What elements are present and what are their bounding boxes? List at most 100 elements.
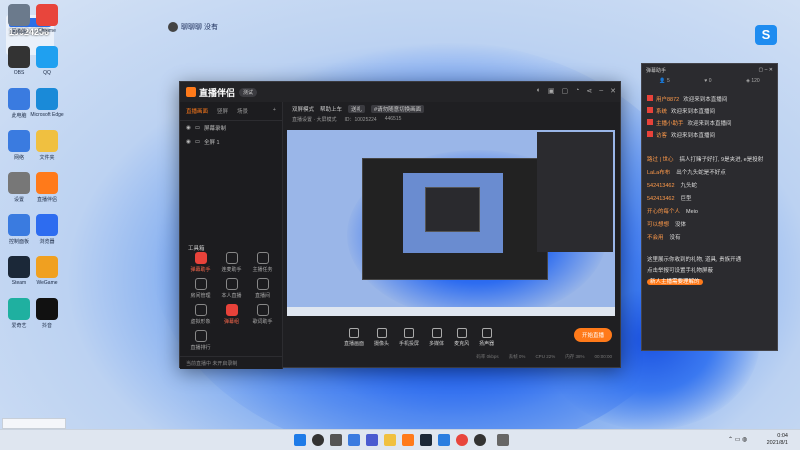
scene-tabs: 直播画面 竖屏 场景 + [180,102,282,121]
tab-live-view[interactable]: 直播画面 [186,107,208,115]
chat-message: 可以想想 没体 [642,219,777,232]
tool-label: 房间管理 [190,293,211,299]
room-tag[interactable]: 送礼 [348,105,366,113]
tab-portrait[interactable]: 竖屏 [217,107,228,115]
tool-item[interactable]: 弹幕组 [216,304,247,325]
explorer-icon[interactable] [384,434,396,446]
count-row: 👤 5 ♥ 0 ◈ 120 [642,76,777,86]
source-button[interactable]: 直播画面 [344,327,364,347]
toolbox-header: 工具箱 [188,246,205,252]
widgets-icon[interactable] [348,434,360,446]
gift-icon [647,119,653,125]
stat-item: 内存 38% [565,354,585,359]
chat-message: 542413462 巨型 [642,193,777,206]
skin-icon[interactable]: ◐ [537,87,541,95]
tool-item[interactable]: 本人直播 [216,278,247,299]
desktop-icon[interactable]: 直播伴侣 [28,172,66,212]
desktop-icon-label: 抖音 [41,323,52,329]
tool-label: 弹幕组 [223,319,239,325]
taskview-icon[interactable] [330,434,342,446]
panel-controls: ▢ – ✕ [758,67,773,73]
tool-icon [225,304,238,316]
gift-icon [647,107,653,113]
steam-icon[interactable] [420,434,432,446]
toast[interactable] [2,418,66,429]
tab-scene[interactable]: 场景 [237,107,248,115]
source-item[interactable]: ◉ ▭ 屏幕录制 [180,121,282,135]
source-icon [431,327,442,338]
desktop-icon[interactable]: Chrome [28,4,66,44]
monitor-icon: ▭ [194,125,201,131]
live-preview[interactable] [287,130,615,316]
system-tray[interactable]: ⌃ ▭ ◍ [728,436,747,443]
app-icon [8,214,30,236]
bell-icon[interactable]: ◔ [575,87,579,95]
source-button[interactable]: 摄像头 [374,327,390,347]
desktop-user-label: 聊聊聊 没有 [168,22,218,32]
desktop-icon-label: 文件夹 [39,155,55,161]
minimize-icon[interactable]: – [599,87,603,95]
like-icon: ♥ 0 [704,78,712,84]
danmaku-panel[interactable]: 弹幕助手 ▢ – ✕ 👤 5 ♥ 0 ◈ 120 用户8872 欢迎来到本直播间系… [641,63,778,351]
source-button[interactable]: 扬声器 [479,327,494,347]
app-icon [36,298,58,320]
source-label: 摄像头 [374,340,390,347]
help-link[interactable]: 帮助上车 [320,105,342,113]
desktop-icon[interactable]: 浏览器 [28,214,66,254]
desktop-icon[interactable]: QQ [28,46,66,86]
tool-icon [194,330,207,342]
gift-notice: 这里展示你收到的礼物, 道具, 贵族开通 [647,257,742,263]
tool-item[interactable]: 房间管理 [185,278,216,299]
tool-item[interactable]: 歌词助手 [247,304,278,325]
floating-s-icon[interactable]: S [755,25,777,45]
tool-icon [256,252,269,264]
app-icon [36,46,58,68]
chat-user: 542413462 [647,196,675,202]
chat-text: 没有 [669,235,681,241]
tool-item[interactable]: 直播排行 [185,330,216,351]
tool-item[interactable]: 连麦助手 [216,252,247,273]
source-button[interactable]: 手机投屏 [399,327,419,347]
tool-icon [225,278,238,290]
chat-user: LaLa布布 [647,170,671,176]
tool-item[interactable]: 主播任务 [247,252,278,273]
tool-item[interactable]: 直播间 [247,278,278,299]
chat-icon[interactable] [366,434,378,446]
start-icon[interactable] [294,434,306,446]
version-pill[interactable]: 测试 [239,87,258,97]
desktop-icon[interactable]: WeGame [28,256,66,296]
gift-icon[interactable]: ▣ [548,87,555,95]
nested-inner [425,187,480,232]
tray-icon[interactable] [497,434,509,446]
app-logo: 直播伴侣 [186,86,235,99]
source-icon [456,327,467,338]
tool-item[interactable]: 虚拟形象 [185,304,216,325]
desktop-icon[interactable]: Microsoft Edge [28,88,66,128]
live-settings[interactable]: 直播设置 · 大屏模式 [292,116,336,123]
eye-icon[interactable]: ◉ [186,125,191,131]
desktop-icon[interactable]: 文件夹 [28,130,66,170]
live-companion-icon[interactable] [402,434,414,446]
search-icon[interactable] [312,434,324,446]
tool-item[interactable]: 弹幕助手 [185,252,216,273]
eye-icon[interactable]: ◉ [186,139,191,145]
chat-text: 搞人打赌子好打, 9是夹进, e是投射 [679,157,764,163]
source-item[interactable]: ◉ ▭ 全屏 1 [180,135,282,149]
mode-label[interactable]: 双屏模式 [292,105,314,113]
start-live-button[interactable]: 开始直播 [573,328,612,342]
source-icon [404,327,415,338]
window-titlebar[interactable]: 直播伴侣 测试 ◐ ▣ ▢ ◔ ⋖ – ✕ [180,82,620,102]
desktop-icon[interactable]: 抖音 [28,298,66,338]
message-list: 路过 | 世心 搞人打赌子好打, 9是夹进, e是投射 LaLa布布 出个九头蛇是不好… [642,154,777,245]
close-icon[interactable]: ✕ [610,87,616,95]
lock-icon[interactable]: ▢ [561,87,568,95]
source-button[interactable]: 麦克风 [454,327,469,347]
add-icon[interactable]: + [273,107,276,115]
share-icon[interactable]: ⋖ [586,87,592,95]
obs-icon[interactable] [474,434,486,446]
app-icon[interactable] [438,434,450,446]
clock[interactable]: 0:04 2021/8/1 [767,433,788,447]
chrome-icon[interactable] [456,434,468,446]
live-companion-window[interactable]: 直播伴侣 测试 ◐ ▣ ▢ ◔ ⋖ – ✕ 直播画面 竖屏 场景 + ◉ ▭ 屏幕录… [179,81,621,369]
source-button[interactable]: 多媒体 [429,327,444,347]
